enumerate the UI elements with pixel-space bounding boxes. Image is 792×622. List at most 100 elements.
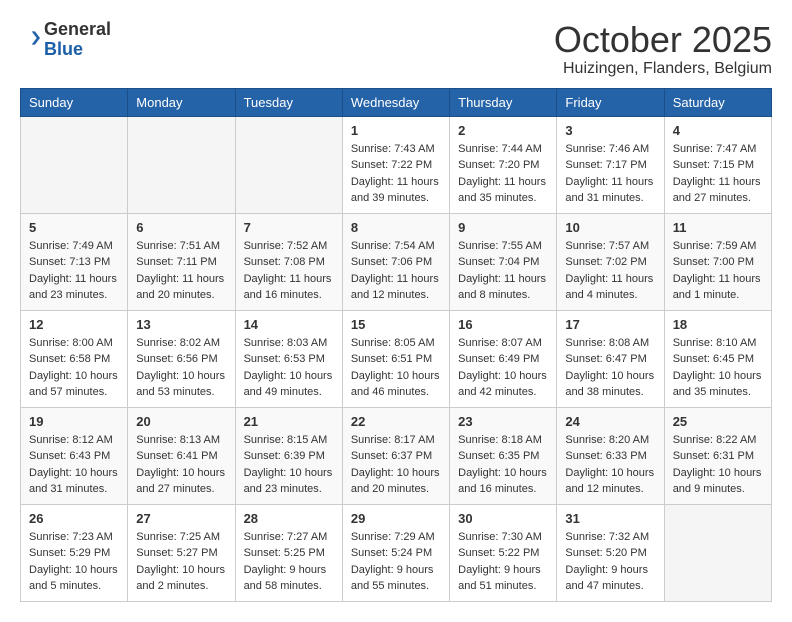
table-row: 24 Sunrise: 8:20 AMSunset: 6:33 PMDayligh… bbox=[557, 407, 664, 504]
table-row: 16 Sunrise: 8:07 AMSunset: 6:49 PMDayligh… bbox=[450, 310, 557, 407]
day-number: 9 bbox=[458, 220, 548, 235]
table-row: 26Sunrise: 7:23 AMSunset: 5:29 PMDayligh… bbox=[21, 504, 128, 601]
day-number: 3 bbox=[565, 123, 655, 138]
day-number: 25 bbox=[673, 414, 763, 429]
day-info: Sunrise: 7:47 AMSunset: 7:15 PMDaylight:… bbox=[673, 141, 763, 207]
day-number: 17 bbox=[565, 317, 655, 332]
table-row bbox=[664, 504, 771, 601]
day-info: Sunrise: 7:52 AMSunset: 7:08 PMDaylight:… bbox=[244, 238, 334, 304]
table-row: 28 Sunrise: 7:27 AMSunset: 5:25 PMDayligh… bbox=[235, 504, 342, 601]
day-info: Sunrise: 7:44 AMSunset: 7:20 PMDaylight:… bbox=[458, 141, 548, 207]
day-info: Sunrise: 8:13 AMSunset: 6:41 PMDaylight:… bbox=[136, 432, 226, 498]
day-number: 16 bbox=[458, 317, 548, 332]
day-info: Sunrise: 7:46 AMSunset: 7:17 PMDaylight:… bbox=[565, 141, 655, 207]
day-info: Sunrise: 7:51 AMSunset: 7:11 PMDaylight:… bbox=[136, 238, 226, 304]
day-number: 21 bbox=[244, 414, 334, 429]
day-number: 10 bbox=[565, 220, 655, 235]
table-row: 20 Sunrise: 8:13 AMSunset: 6:41 PMDayligh… bbox=[128, 407, 235, 504]
col-thursday: Thursday bbox=[450, 88, 557, 116]
table-row bbox=[235, 116, 342, 213]
day-info: Sunrise: 7:25 AMSunset: 5:27 PMDaylight:… bbox=[136, 529, 226, 595]
day-info: Sunrise: 7:57 AMSunset: 7:02 PMDaylight:… bbox=[565, 238, 655, 304]
day-number: 29 bbox=[351, 511, 441, 526]
table-row: 18Sunrise: 8:10 AMSunset: 6:45 PMDayligh… bbox=[664, 310, 771, 407]
col-saturday: Saturday bbox=[664, 88, 771, 116]
calendar-week-row: 1 Sunrise: 7:43 AMSunset: 7:22 PMDaylight… bbox=[21, 116, 772, 213]
day-number: 4 bbox=[673, 123, 763, 138]
location-subtitle: Huizingen, Flanders, Belgium bbox=[554, 60, 772, 78]
day-info: Sunrise: 7:30 AMSunset: 5:22 PMDaylight:… bbox=[458, 529, 548, 595]
day-number: 15 bbox=[351, 317, 441, 332]
table-row: 7 Sunrise: 7:52 AMSunset: 7:08 PMDaylight… bbox=[235, 213, 342, 310]
table-row: 21 Sunrise: 8:15 AMSunset: 6:39 PMDayligh… bbox=[235, 407, 342, 504]
col-wednesday: Wednesday bbox=[342, 88, 449, 116]
calendar-table: Sunday Monday Tuesday Wednesday Thursday… bbox=[20, 88, 772, 602]
day-number: 20 bbox=[136, 414, 226, 429]
table-row: 1 Sunrise: 7:43 AMSunset: 7:22 PMDaylight… bbox=[342, 116, 449, 213]
day-info: Sunrise: 8:12 AMSunset: 6:43 PMDaylight:… bbox=[29, 432, 119, 498]
day-info: Sunrise: 8:17 AMSunset: 6:37 PMDaylight:… bbox=[351, 432, 441, 498]
title-block: October 2025 Huizingen, Flanders, Belgiu… bbox=[554, 20, 772, 78]
table-row: 29Sunrise: 7:29 AMSunset: 5:24 PMDayligh… bbox=[342, 504, 449, 601]
table-row: 13 Sunrise: 8:02 AMSunset: 6:56 PMDayligh… bbox=[128, 310, 235, 407]
table-row: 30 Sunrise: 7:30 AMSunset: 5:22 PMDayligh… bbox=[450, 504, 557, 601]
calendar-week-row: 26Sunrise: 7:23 AMSunset: 5:29 PMDayligh… bbox=[21, 504, 772, 601]
table-row bbox=[21, 116, 128, 213]
day-number: 30 bbox=[458, 511, 548, 526]
day-info: Sunrise: 8:03 AMSunset: 6:53 PMDaylight:… bbox=[244, 335, 334, 401]
table-row: 11Sunrise: 7:59 AMSunset: 7:00 PMDayligh… bbox=[664, 213, 771, 310]
table-row: 19Sunrise: 8:12 AMSunset: 6:43 PMDayligh… bbox=[21, 407, 128, 504]
table-row: 31Sunrise: 7:32 AMSunset: 5:20 PMDayligh… bbox=[557, 504, 664, 601]
day-info: Sunrise: 8:07 AMSunset: 6:49 PMDaylight:… bbox=[458, 335, 548, 401]
day-info: Sunrise: 7:43 AMSunset: 7:22 PMDaylight:… bbox=[351, 141, 441, 207]
table-row: 17 Sunrise: 8:08 AMSunset: 6:47 PMDayligh… bbox=[557, 310, 664, 407]
day-info: Sunrise: 8:02 AMSunset: 6:56 PMDaylight:… bbox=[136, 335, 226, 401]
day-number: 13 bbox=[136, 317, 226, 332]
table-row: 6Sunrise: 7:51 AMSunset: 7:11 PMDaylight… bbox=[128, 213, 235, 310]
calendar-week-row: 5Sunrise: 7:49 AMSunset: 7:13 PMDaylight… bbox=[21, 213, 772, 310]
day-number: 12 bbox=[29, 317, 119, 332]
day-number: 23 bbox=[458, 414, 548, 429]
day-number: 18 bbox=[673, 317, 763, 332]
day-number: 28 bbox=[244, 511, 334, 526]
day-number: 22 bbox=[351, 414, 441, 429]
logo: General Blue bbox=[20, 20, 111, 60]
calendar-week-row: 12 Sunrise: 8:00 AMSunset: 6:58 PMDayligh… bbox=[21, 310, 772, 407]
day-number: 5 bbox=[29, 220, 119, 235]
calendar-week-row: 19Sunrise: 8:12 AMSunset: 6:43 PMDayligh… bbox=[21, 407, 772, 504]
table-row: 23 Sunrise: 8:18 AMSunset: 6:35 PMDayligh… bbox=[450, 407, 557, 504]
day-info: Sunrise: 8:22 AMSunset: 6:31 PMDaylight:… bbox=[673, 432, 763, 498]
table-row: 14 Sunrise: 8:03 AMSunset: 6:53 PMDayligh… bbox=[235, 310, 342, 407]
col-monday: Monday bbox=[128, 88, 235, 116]
day-number: 27 bbox=[136, 511, 226, 526]
table-row bbox=[128, 116, 235, 213]
day-number: 24 bbox=[565, 414, 655, 429]
col-sunday: Sunday bbox=[21, 88, 128, 116]
day-info: Sunrise: 8:05 AMSunset: 6:51 PMDaylight:… bbox=[351, 335, 441, 401]
table-row: 12 Sunrise: 8:00 AMSunset: 6:58 PMDayligh… bbox=[21, 310, 128, 407]
day-info: Sunrise: 7:54 AMSunset: 7:06 PMDaylight:… bbox=[351, 238, 441, 304]
table-row: 15 Sunrise: 8:05 AMSunset: 6:51 PMDayligh… bbox=[342, 310, 449, 407]
day-info: Sunrise: 7:27 AMSunset: 5:25 PMDaylight:… bbox=[244, 529, 334, 595]
day-number: 1 bbox=[351, 123, 441, 138]
logo-text-blue: Blue bbox=[44, 39, 83, 59]
table-row: 22 Sunrise: 8:17 AMSunset: 6:37 PMDayligh… bbox=[342, 407, 449, 504]
day-info: Sunrise: 8:08 AMSunset: 6:47 PMDaylight:… bbox=[565, 335, 655, 401]
table-row: 9 Sunrise: 7:55 AMSunset: 7:04 PMDaylight… bbox=[450, 213, 557, 310]
day-info: Sunrise: 8:00 AMSunset: 6:58 PMDaylight:… bbox=[29, 335, 119, 401]
day-number: 8 bbox=[351, 220, 441, 235]
day-info: Sunrise: 7:23 AMSunset: 5:29 PMDaylight:… bbox=[29, 529, 119, 595]
table-row: 2Sunrise: 7:44 AMSunset: 7:20 PMDaylight… bbox=[450, 116, 557, 213]
day-number: 31 bbox=[565, 511, 655, 526]
day-info: Sunrise: 7:55 AMSunset: 7:04 PMDaylight:… bbox=[458, 238, 548, 304]
table-row: 4 Sunrise: 7:47 AMSunset: 7:15 PMDaylight… bbox=[664, 116, 771, 213]
day-number: 7 bbox=[244, 220, 334, 235]
month-title: October 2025 bbox=[554, 20, 772, 60]
day-number: 14 bbox=[244, 317, 334, 332]
day-info: Sunrise: 8:15 AMSunset: 6:39 PMDaylight:… bbox=[244, 432, 334, 498]
day-info: Sunrise: 8:18 AMSunset: 6:35 PMDaylight:… bbox=[458, 432, 548, 498]
table-row: 27 Sunrise: 7:25 AMSunset: 5:27 PMDayligh… bbox=[128, 504, 235, 601]
page-header: General Blue October 2025 Huizingen, Fla… bbox=[20, 20, 772, 78]
logo-icon bbox=[20, 28, 40, 48]
day-info: Sunrise: 8:20 AMSunset: 6:33 PMDaylight:… bbox=[565, 432, 655, 498]
